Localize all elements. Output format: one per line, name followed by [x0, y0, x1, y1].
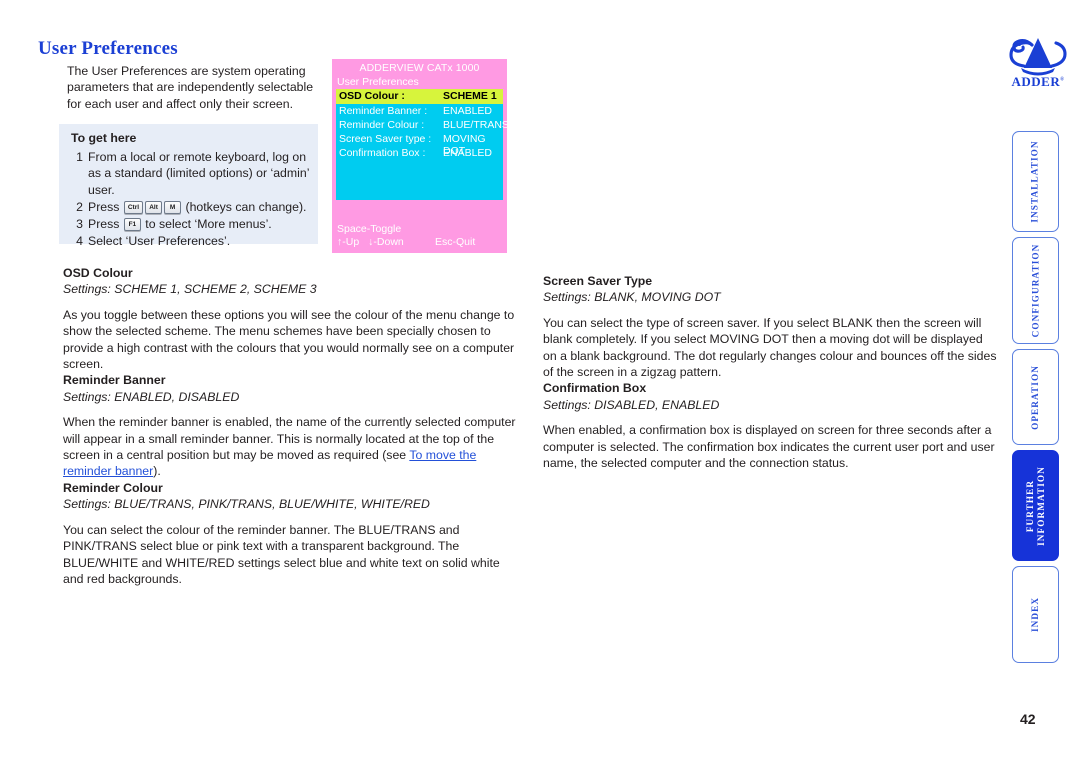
- osd-product-title: ADDERVIEW CATx 1000: [359, 62, 480, 74]
- step-text-post: to select ‘More menus’.: [145, 217, 272, 232]
- tab-index[interactable]: INDEX: [1012, 566, 1059, 663]
- tab-configuration[interactable]: CONFIGURATION: [1012, 237, 1059, 344]
- document-page: User Preferences The User Preferences ar…: [0, 0, 1080, 763]
- section-confirmation-box: Confirmation Box Settings: DISABLED, ENA…: [543, 380, 998, 471]
- step-number: 2: [76, 199, 83, 214]
- osd-row-label: Reminder Banner :: [339, 105, 428, 117]
- section-reminder-banner: Reminder Banner Settings: ENABLED, DISAB…: [63, 372, 518, 479]
- osd-selected-row: OSD Colour : SCHEME 1: [336, 89, 503, 104]
- section-settings: Settings: BLUE/TRANS, PINK/TRANS, BLUE/W…: [63, 497, 430, 512]
- adder-logo: ADDER®: [1004, 32, 1072, 90]
- key-alt-icon: Alt: [145, 200, 163, 214]
- section-body: When enabled, a confirmation box is disp…: [543, 423, 995, 471]
- page-number: 42: [1020, 711, 1036, 727]
- section-osd-colour: OSD Colour Settings: SCHEME 1, SCHEME 2,…: [63, 265, 518, 372]
- content-column-right: Screen Saver Type Settings: BLANK, MOVIN…: [543, 273, 998, 471]
- tab-label: INDEX: [1029, 596, 1040, 633]
- osd-row-label: Confirmation Box :: [339, 147, 426, 159]
- osd-row-label: Reminder Colour :: [339, 119, 425, 131]
- section-heading: Screen Saver Type: [543, 274, 653, 288]
- step-text: From a local or remote keyboard, log on …: [88, 150, 309, 197]
- list-item: 2 Press Ctrl Alt M (hotkeys can change).: [71, 199, 311, 215]
- section-settings: Settings: SCHEME 1, SCHEME 2, SCHEME 3: [63, 282, 317, 297]
- step-number: 4: [76, 234, 83, 249]
- section-heading: Reminder Banner: [63, 373, 166, 388]
- osd-menu-row: Confirmation Box : ENABLED: [339, 147, 501, 161]
- osd-row-value: SCHEME 1: [443, 90, 497, 102]
- adder-snake-cone-icon: [1009, 38, 1067, 76]
- osd-menu-panel: Reminder Banner : ENABLED Reminder Colou…: [336, 104, 507, 200]
- section-heading: Reminder Colour: [63, 480, 163, 495]
- osd-footer-keys: ↑-Up ↓-Down Esc-Quit: [337, 236, 475, 248]
- osd-footer-down: ↓-Down: [368, 236, 404, 248]
- to-get-here-steps: 1 From a local or remote keyboard, log on…: [71, 149, 311, 251]
- section-body: When the reminder banner is enabled, the…: [63, 414, 518, 480]
- section-heading: OSD Colour: [63, 266, 133, 280]
- step-text: Press: [88, 217, 120, 232]
- step-text-post: (hotkeys can change).: [185, 199, 307, 214]
- section-settings: Settings: ENABLED, DISABLED: [63, 389, 240, 404]
- section-body: As you toggle between these options you …: [63, 307, 515, 372]
- step-text: Select ‘User Preferences’.: [88, 234, 231, 249]
- osd-row-label: OSD Colour :: [339, 90, 405, 102]
- tab-installation[interactable]: INSTALLATION: [1012, 131, 1059, 232]
- list-item: 4 Select ‘User Preferences’.: [71, 233, 311, 249]
- section-heading: Confirmation Box: [543, 381, 647, 396]
- intro-paragraph: The User Preferences are system operatin…: [67, 64, 314, 111]
- osd-screen-illustration: ADDERVIEW CATx 1000 User Preferences OSD…: [332, 59, 507, 253]
- section-settings: Settings: DISABLED, ENABLED: [543, 397, 720, 412]
- section-reminder-colour: Reminder Colour Settings: BLUE/TRANS, PI…: [63, 480, 518, 587]
- key-m-icon: M: [164, 200, 182, 214]
- list-item: 1 From a local or remote keyboard, log on…: [71, 149, 311, 198]
- osd-row-value: ENABLED: [443, 105, 493, 117]
- osd-menu-row: Reminder Colour : BLUE/TRANS: [339, 119, 507, 133]
- to-get-here-box: To get here 1 From a local or remote keyb…: [59, 124, 318, 248]
- tab-label: INSTALLATION: [1030, 140, 1041, 223]
- section-settings: Settings: BLANK, MOVING DOT: [543, 290, 721, 305]
- section-body: You can select the type of screen saver.…: [543, 315, 997, 380]
- section-screen-saver-type: Screen Saver Type Settings: BLANK, MOVIN…: [543, 273, 998, 380]
- osd-footer-space-toggle: Space-Toggle: [337, 223, 402, 235]
- adder-wordmark: ADDER®: [1011, 74, 1065, 89]
- tab-label: OPERATION: [1030, 364, 1041, 430]
- key-f1-icon: F1: [123, 218, 141, 232]
- to-get-here-heading: To get here: [71, 131, 137, 145]
- osd-menu-subtitle: User Preferences: [337, 76, 419, 88]
- osd-menu-row: Reminder Banner : ENABLED: [339, 105, 501, 119]
- key-ctrl-icon: Ctrl: [123, 200, 144, 214]
- step-number: 3: [76, 217, 83, 232]
- tab-further-information[interactable]: FURTHER INFORMATION: [1012, 450, 1059, 561]
- step-number: 1: [76, 150, 83, 164]
- osd-menu-row: Screen Saver type : MOVING DOT: [339, 133, 501, 157]
- section-body-post: ).: [153, 464, 161, 479]
- osd-row-value: BLUE/TRANS: [443, 119, 507, 131]
- osd-footer-up: ↑-Up: [337, 236, 360, 248]
- list-item: 3 Press F1 to select ‘More menus’.: [71, 216, 311, 232]
- page-title: User Preferences: [38, 38, 178, 59]
- osd-row-label: Screen Saver type :: [339, 133, 432, 145]
- content-column-left: OSD Colour Settings: SCHEME 1, SCHEME 2,…: [63, 265, 518, 587]
- osd-footer-quit: Esc-Quit: [435, 236, 476, 248]
- tab-label: CONFIGURATION: [1030, 243, 1041, 338]
- osd-row-value: ENABLED: [443, 147, 493, 159]
- tab-operation[interactable]: OPERATION: [1012, 349, 1059, 445]
- step-text: Press: [88, 199, 120, 214]
- tab-label: FURTHER INFORMATION: [1024, 465, 1046, 546]
- section-body: You can select the colour of the reminde…: [63, 522, 500, 586]
